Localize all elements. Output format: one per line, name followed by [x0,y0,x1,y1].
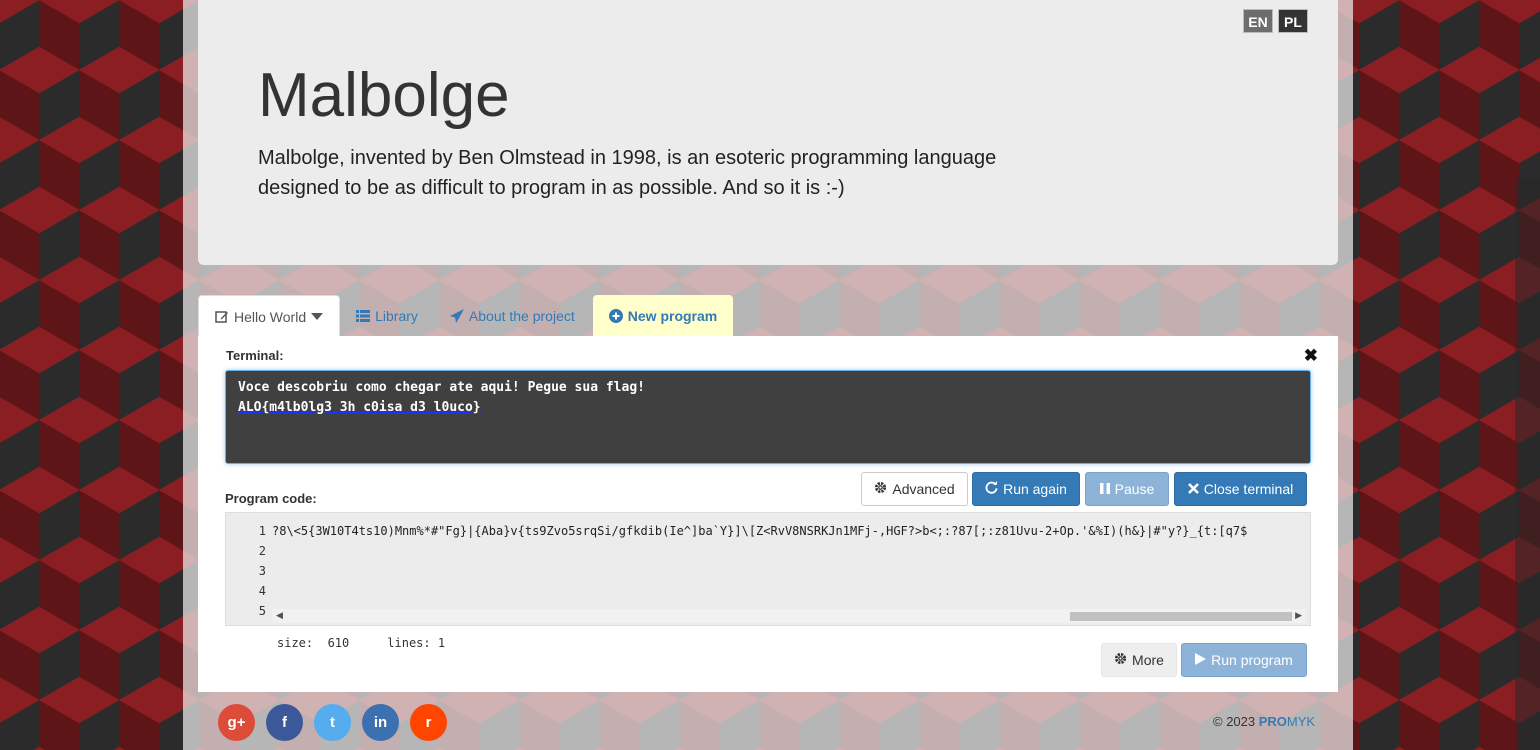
tab-new-program-label: New program [627,308,718,324]
code-editor[interactable]: 1 2 3 4 5 ?8\<5{3W10T4ts10)Mnm%*#"Fg}|{A… [225,512,1311,626]
plus-circle-icon [608,309,623,323]
linkedin-label: in [373,714,388,731]
page-title: Malbolge [258,61,510,130]
close-terminal-icon[interactable]: ✖ [1304,346,1318,366]
close-icon [1187,481,1199,497]
size-stat: size: 610 [277,636,349,650]
horizontal-scrollbar[interactable]: ◀ ▶ [272,609,1306,623]
page-lead: Malbolge, invented by Ben Olmstead in 19… [258,143,1068,203]
program-panel: Terminal: ✖ Voce descobriu como chegar a… [198,336,1338,692]
pause-button[interactable]: Pause [1085,472,1169,506]
close-terminal-button[interactable]: Close terminal [1174,472,1307,506]
run-program-button[interactable]: Run program [1181,643,1307,677]
lines-value: 1 [437,636,446,650]
google-plus-label: g+ [227,714,246,731]
line-number: 2 [258,544,266,558]
terminal-output[interactable]: Voce descobriu como chegar ate aqui! Peg… [225,370,1311,464]
play-icon [1195,652,1207,668]
line-number: 1 [258,524,266,538]
program-code-label: Program code: [225,491,317,506]
run-again-button-label: Run again [1003,481,1067,497]
language-en-button[interactable]: EN [1243,9,1273,33]
language-switch: EN PL [1243,9,1308,33]
twitter-label: t [330,714,335,731]
lines-stat: lines: 1 [387,636,445,650]
size-value: 610 [327,636,350,650]
tab-hello-world[interactable]: Hello World [198,295,341,337]
program-stats: size: 610 lines: 1 [277,636,445,650]
brand-link[interactable]: PROMYK [1259,714,1315,729]
tab-about-project[interactable]: About the project [434,295,591,337]
scroll-right-arrow-icon[interactable]: ▶ [1295,610,1302,621]
line-number-gutter: 1 2 3 4 5 [226,521,266,621]
pause-icon [1099,481,1110,497]
reddit-icon[interactable]: r [410,704,447,741]
copyright: © 2023 PROMYK [1213,714,1315,729]
brand-rest: MYK [1286,714,1316,729]
line-number: 3 [258,564,266,578]
refresh-icon [985,481,998,497]
facebook-label: f [282,714,287,731]
gear-icon [1114,652,1127,668]
reddit-label: r [425,714,432,731]
lead-line-1: Malbolge, invented by Ben Olmstead in 19… [258,147,997,169]
more-button[interactable]: More [1101,643,1177,677]
edit-icon [215,310,229,324]
code-line[interactable]: ?8\<5{3W10T4ts10)Mnm%*#"Fg}|{Aba}v{ts9Zv… [272,521,1310,541]
page-edge-strip [1515,178,1540,750]
tab-library[interactable]: Library [340,295,434,337]
google-plus-icon[interactable]: g+ [218,704,255,741]
advanced-button[interactable]: Advanced [861,472,968,506]
terminal-line-1: Voce descobriu como chegar ate aqui! Peg… [238,380,645,395]
header-jumbotron: EN PL Malbolge Malbolge, invented by Ben… [198,0,1338,265]
tab-hello-world-label: Hello World [234,308,307,325]
copyright-text: © 2023 [1213,714,1256,729]
scroll-left-arrow-icon[interactable]: ◀ [276,610,283,621]
language-pl-button[interactable]: PL [1278,9,1308,33]
facebook-icon[interactable]: f [266,704,303,741]
caret-down-icon [311,312,324,321]
gear-icon [874,481,887,497]
line-number: 5 [258,604,266,618]
twitter-icon[interactable]: t [314,704,351,741]
more-button-label: More [1132,652,1164,668]
size-label: size: [277,636,314,650]
tab-library-label: Library [375,308,418,324]
list-icon [356,310,371,322]
tab-new-program[interactable]: New program [592,295,734,337]
program-tabs: Hello World Library About the project Ne… [198,295,734,337]
linkedin-icon[interactable]: in [362,704,399,741]
terminal-line-2: ALO{m4lb0lg3 3h c0isa d3 l0uco} [238,400,481,415]
run-program-button-label: Run program [1211,652,1293,668]
advanced-button-label: Advanced [892,481,955,497]
send-icon [449,309,464,323]
scrollbar-thumb[interactable] [1070,612,1292,621]
lines-label: lines: [387,636,431,650]
close-terminal-button-label: Close terminal [1203,481,1294,497]
lead-line-2: designed to be as difficult to program i… [258,177,845,199]
run-again-button[interactable]: Run again [972,472,1080,506]
pause-button-label: Pause [1114,481,1155,497]
line-number: 4 [258,584,266,598]
terminal-label: Terminal: [226,348,284,363]
brand-bold: PRO [1258,714,1287,729]
tab-about-project-label: About the project [468,308,575,324]
social-links: g+ f t in r [218,704,447,741]
